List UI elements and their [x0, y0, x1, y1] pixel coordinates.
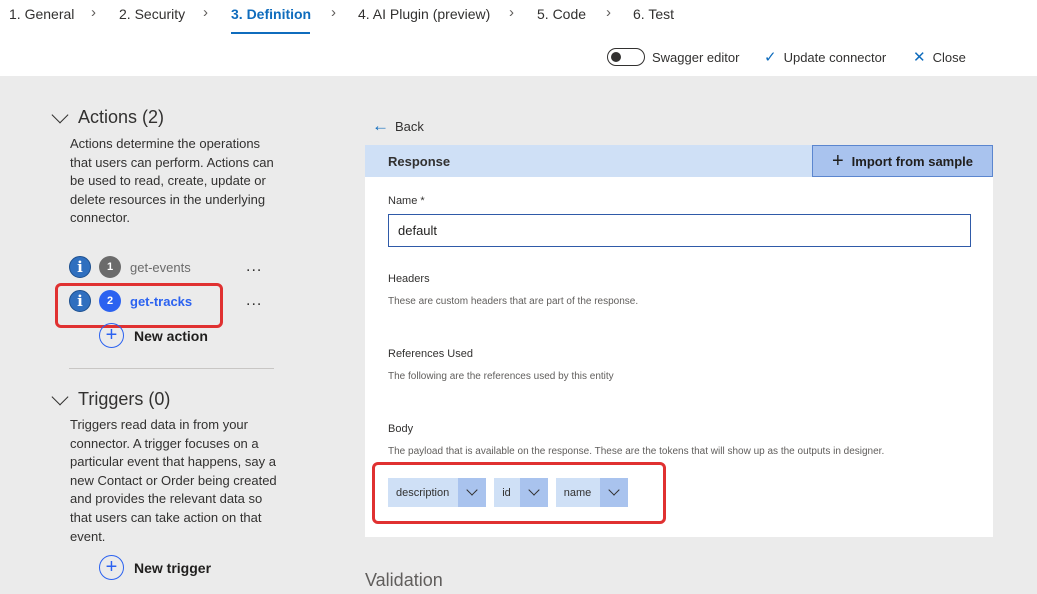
chevron-right-icon: › [203, 4, 208, 21]
chevron-right-icon: › [509, 4, 514, 21]
body-description: The payload that is available on the res… [388, 446, 885, 457]
name-input[interactable] [388, 214, 971, 247]
triggers-description: Triggers read data in from your connecto… [70, 417, 277, 544]
step-definition[interactable]: 3. Definition [231, 6, 311, 22]
action-item-get-events[interactable]: i 1 get-events [69, 255, 191, 279]
swagger-editor-toggle[interactable]: Swagger editor [607, 48, 739, 66]
step-general[interactable]: 1. General [9, 6, 74, 22]
action-number-badge: 1 [99, 256, 121, 278]
update-connector-label: Update connector [783, 49, 887, 65]
step-code[interactable]: 5. Code [537, 6, 586, 22]
active-step-indicator [231, 32, 310, 34]
step-ai-plugin[interactable]: 4. AI Plugin (preview) [358, 6, 490, 22]
headers-label: Headers [388, 273, 430, 285]
step-test[interactable]: 6. Test [633, 6, 674, 22]
back-label: Back [395, 118, 424, 134]
checkmark-icon: ✓ [764, 49, 777, 66]
section-divider [69, 368, 274, 369]
references-description: The following are the references used by… [388, 371, 614, 382]
actions-section-toggle[interactable]: Actions (2) [51, 106, 165, 128]
new-trigger-label: New trigger [134, 559, 212, 576]
top-bar: 1. General › 2. Security › 3. Definition… [0, 0, 1037, 76]
chevron-right-icon: › [606, 4, 611, 21]
body-label: Body [388, 423, 414, 435]
more-options-icon[interactable]: ... [246, 292, 262, 310]
headers-description: These are custom headers that are part o… [388, 296, 639, 307]
close-icon: ✕ [913, 49, 926, 66]
swagger-editor-label: Swagger editor [652, 49, 740, 65]
close-button[interactable]: ✕ Close [913, 48, 966, 66]
chevron-right-icon: › [331, 4, 336, 21]
step-security[interactable]: 2. Security [119, 6, 185, 22]
back-button[interactable]: ← Back [372, 116, 424, 136]
chevron-right-icon: › [91, 4, 96, 21]
arrow-left-icon: ← [372, 116, 389, 135]
validation-heading: Validation [365, 570, 443, 590]
toggle-switch[interactable] [607, 48, 645, 66]
annotation-highlight-box [55, 283, 223, 328]
triggers-section-toggle[interactable]: Triggers (0) [51, 388, 171, 410]
import-label: Import from sample [851, 153, 974, 169]
close-label: Close [932, 49, 966, 65]
actions-title: Actions (2) [78, 107, 165, 127]
action-label: get-events [130, 259, 191, 275]
plus-icon: + [99, 555, 124, 580]
new-action-button[interactable]: + New action [99, 323, 208, 348]
import-from-sample-button[interactable]: + Import from sample [812, 145, 993, 177]
references-label: References Used [388, 348, 473, 360]
chevron-down-icon [51, 388, 69, 405]
info-icon[interactable]: i [69, 256, 91, 278]
name-label: Name * [388, 195, 425, 207]
actions-description: Actions determine the operations that us… [70, 136, 274, 226]
update-connector-button[interactable]: ✓ Update connector [764, 48, 886, 66]
plus-icon: + [831, 149, 844, 172]
triggers-title: Triggers (0) [78, 389, 171, 409]
annotation-highlight-box [372, 462, 666, 524]
chevron-down-icon [51, 106, 69, 123]
response-title: Response [388, 154, 451, 169]
plus-icon: + [99, 323, 124, 348]
new-trigger-button[interactable]: + New trigger [99, 555, 211, 580]
new-action-label: New action [134, 327, 208, 344]
more-options-icon[interactable]: ... [246, 258, 262, 276]
